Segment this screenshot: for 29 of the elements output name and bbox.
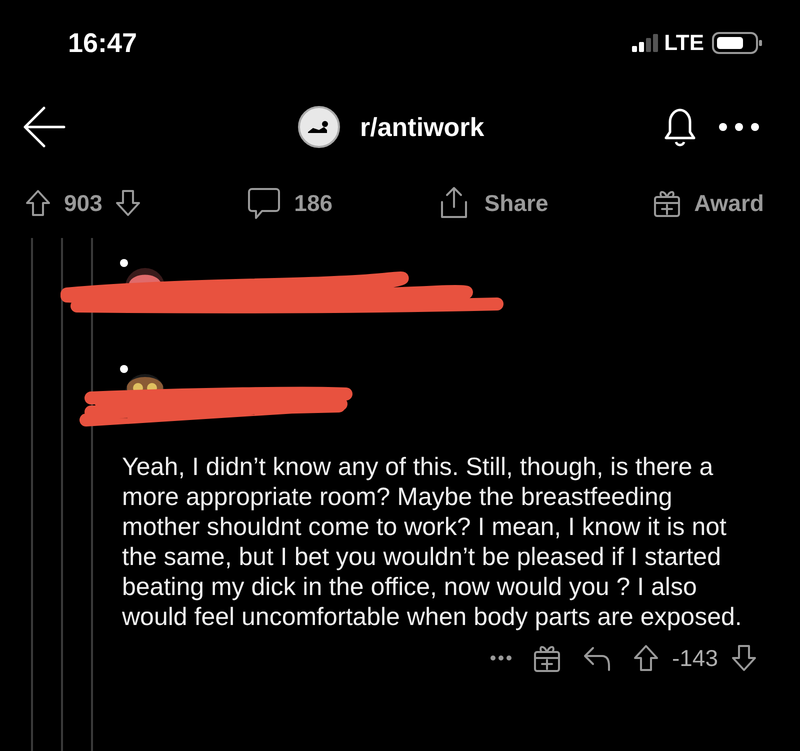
reply-arrow-icon [582,644,612,672]
vote-count: 903 [64,190,102,216]
subreddit-icon [298,106,340,148]
subreddit-title[interactable]: r/antiwork [360,112,484,142]
ellipsis-icon [718,122,760,132]
downvote-button[interactable] [114,188,142,218]
battery-icon [712,31,762,55]
comment-text: Yeah, I didn’t know any of this. Still, though, is there a more appropriate room? Maybe the breastfeeding mother shouldnt come to work? I mean, I know it is not the same, but I bet you wouldn’t be pleased if I started beating my dick in the office, now would you ? I also would feel uncomfortable when body parts are exposed. [122,452,742,632]
back-arrow-icon [22,105,66,149]
more-button[interactable] [718,122,760,132]
downvote-button[interactable] [730,643,758,673]
clock-time: 16:47 [68,28,138,58]
down-arrow-icon [730,643,758,673]
speech-bubble-icon [246,185,282,221]
more-button[interactable] [490,655,512,661]
comments-button[interactable]: 186 [246,185,333,221]
award-button[interactable]: Award [652,187,764,219]
signal-icon [632,34,658,52]
back-button[interactable] [22,105,66,149]
upvote-button[interactable] [632,643,660,673]
share-button[interactable]: Share [436,185,548,221]
ellipsis-icon [490,655,512,661]
down-arrow-icon [114,188,142,218]
up-arrow-icon [632,643,660,673]
reply-button[interactable] [582,644,612,672]
up-arrow-icon [24,188,52,218]
upvote-button[interactable] [24,188,52,218]
network-label: LTE [664,30,704,56]
vote-count: -143 [672,644,718,672]
